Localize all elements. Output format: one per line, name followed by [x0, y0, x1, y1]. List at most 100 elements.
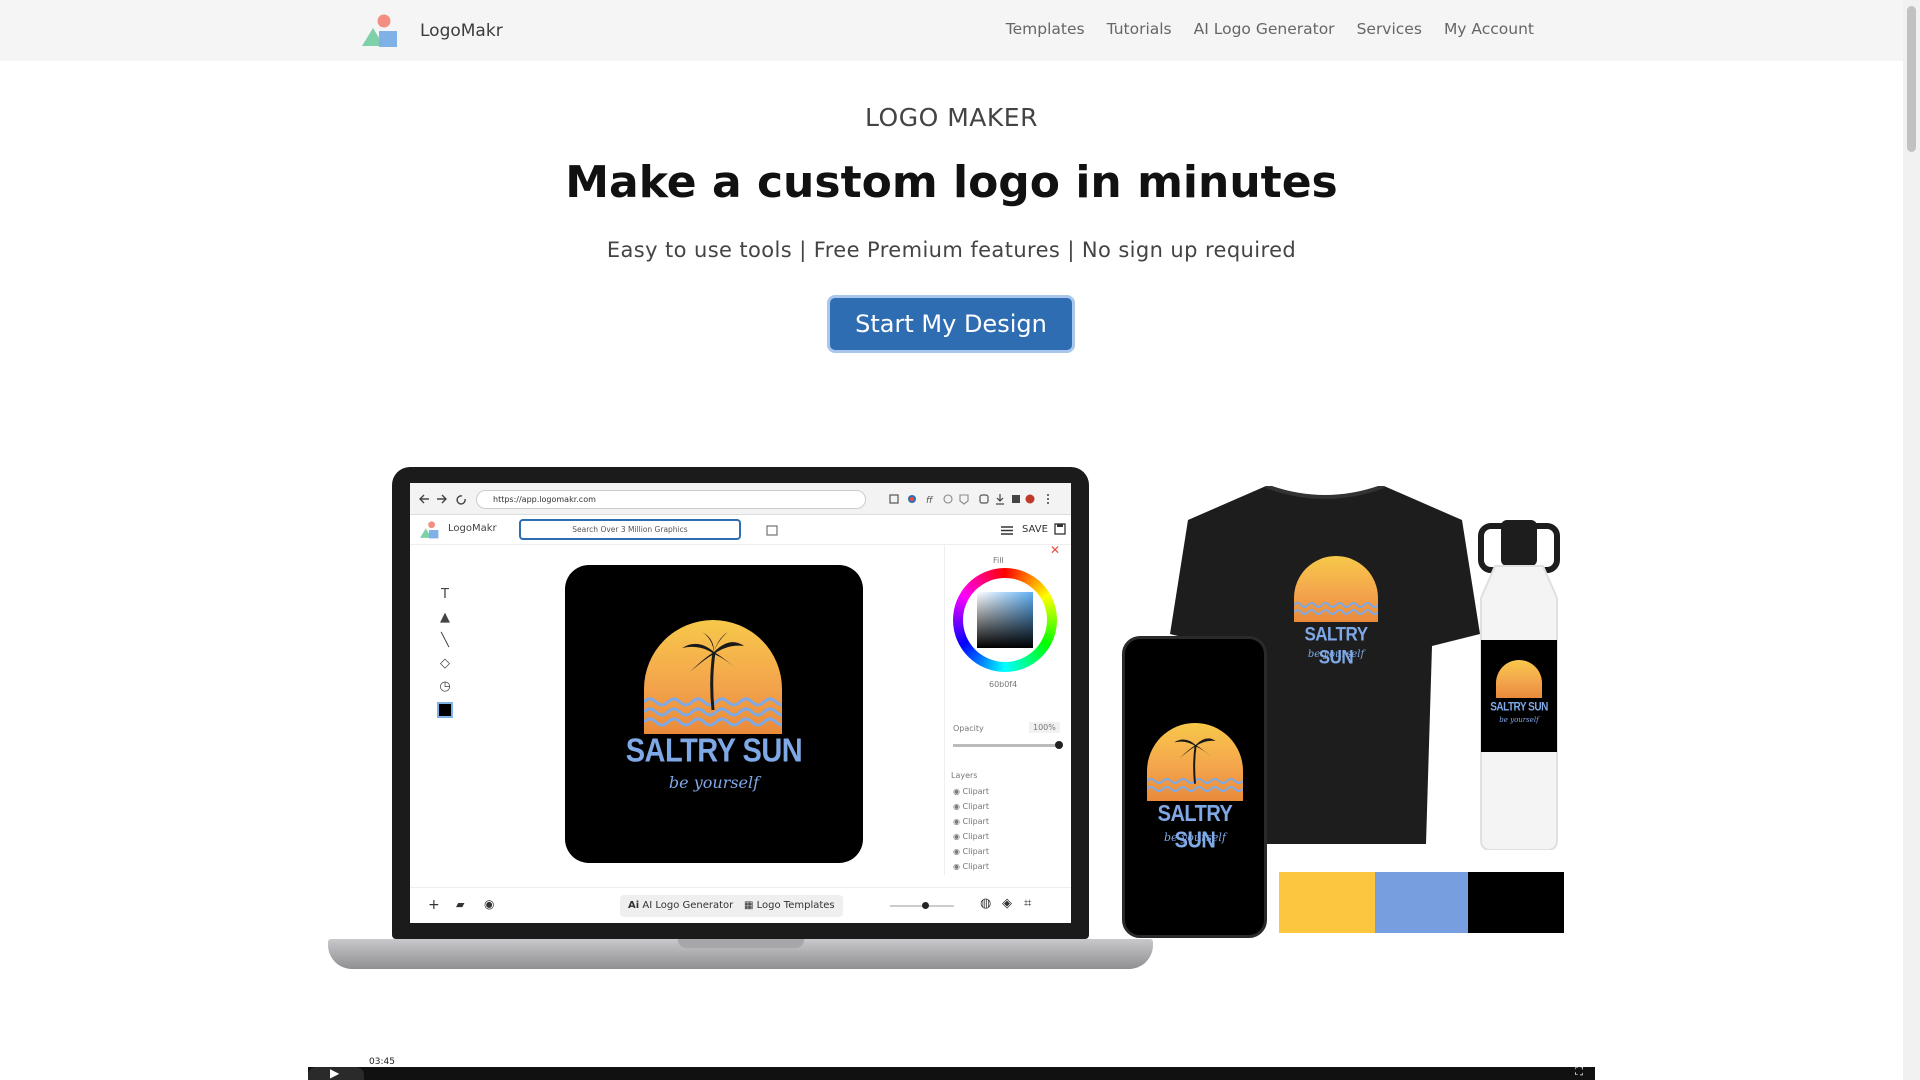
play-icon: ▶ [330, 1066, 340, 1080]
play-button[interactable]: ▶ [308, 1066, 364, 1080]
nav-link-my-account[interactable]: My Account [1444, 20, 1534, 38]
hero-subline: Easy to use tools | Free Premium feature… [606, 238, 1297, 262]
logo-tagline: be yourself [668, 773, 760, 792]
layer-item[interactable]: ◉ Clipart [953, 817, 1053, 832]
color-wheel[interactable] [953, 568, 1057, 672]
nav-link-ai-logo-generator[interactable]: AI Logo Generator [1194, 20, 1335, 38]
layers-label: Layers [951, 771, 978, 780]
save-button[interactable]: SAVE [1022, 524, 1048, 535]
tshirt-logo: SALTRY SUN be yourself [1290, 556, 1382, 668]
eye-icon[interactable]: ◉ [953, 787, 963, 796]
start-my-design-button[interactable]: Start My Design [827, 295, 1075, 353]
globe-icon[interactable]: ◍ [980, 896, 991, 911]
waves-graphic [1294, 602, 1378, 615]
laptop-screen-app: https://app.logomakr.com ff LogoMakr Sea… [410, 483, 1071, 923]
phone-mockup: SALTRY SUN be yourself [1122, 636, 1267, 938]
palm-tree-icon [1174, 738, 1216, 784]
logo-title: SALTRY SUN [1490, 701, 1548, 714]
eye-icon[interactable]: ◉ [953, 832, 963, 841]
browser-toolbar-icons: ff [889, 494, 1049, 506]
canvas-logo[interactable]: SALTRY SUN be yourself [565, 565, 863, 863]
app-brand-icon [420, 521, 439, 539]
phone-logo: SALTRY SUN be yourself [1143, 723, 1247, 853]
plus-icon[interactable]: + [428, 897, 440, 913]
app-brand-name: LogoMakr [448, 523, 497, 534]
sun-graphic [1147, 723, 1243, 801]
video-controls[interactable]: ▶ ⛶ [308, 1065, 1595, 1080]
back-icon [419, 494, 466, 505]
layer-label: Clipart [962, 787, 989, 796]
logo-tagline: be yourself [1164, 831, 1226, 844]
layer-label: Clipart [962, 862, 989, 871]
palette-swatch-blue [1375, 872, 1468, 933]
layers-list: ◉ Clipart ◉ Clipart ◉ Clipart ◉ Clipart … [953, 787, 1053, 877]
ai-badge: Ai [628, 900, 640, 911]
brand[interactable]: LogoMakr [362, 14, 503, 48]
image-upload-icon[interactable] [766, 525, 778, 536]
layer-label: Clipart [962, 847, 989, 856]
templates-icon: ▦ [744, 900, 757, 911]
fill-panel: ✕ Fill 60b0f4 Opacity 100% Layers ◉ Clip… [944, 543, 1068, 877]
video-time: 03:45 [369, 1057, 395, 1067]
opacity-slider[interactable] [953, 741, 1063, 749]
zoom-slider[interactable] [890, 902, 954, 909]
logo-templates-label: Logo Templates [756, 900, 835, 911]
app-toolbar: LogoMakr Search Over 3 Million Graphics … [410, 515, 1071, 545]
layers-icon[interactable]: ◈ [1002, 896, 1012, 911]
layer-item[interactable]: ◉ Clipart [953, 787, 1053, 802]
close-icon[interactable]: ✕ [1050, 543, 1060, 557]
palette-swatch-black [1468, 872, 1564, 933]
line-tool-icon[interactable]: ╲ [441, 633, 449, 648]
fullscreen-icon[interactable]: ⛶ [1575, 1065, 1583, 1079]
crop-icon[interactable]: ⌗ [1024, 896, 1031, 911]
logo-title: SALTRY SUN [1304, 623, 1368, 668]
browser-chrome: https://app.logomakr.com ff [410, 483, 1071, 515]
nav-link-tutorials[interactable]: Tutorials [1107, 20, 1172, 38]
page-scrollbar[interactable] [1903, 0, 1920, 1080]
palette-swatch-yellow [1279, 872, 1375, 933]
layer-item[interactable]: ◉ Clipart [953, 802, 1053, 817]
brand-shapes-icon [362, 14, 400, 48]
opacity-label: Opacity [953, 724, 984, 733]
eye-icon[interactable]: ◉ [953, 847, 963, 856]
eraser-tool-icon[interactable]: ◇ [440, 656, 450, 671]
eye-icon[interactable]: ◉ [953, 817, 963, 826]
layer-label: Clipart [962, 832, 989, 841]
layer-item[interactable]: ◉ Clipart [953, 832, 1053, 847]
nav-link-templates[interactable]: Templates [1006, 20, 1085, 38]
logo-title: SALTRY SUN [625, 732, 803, 770]
eye-icon[interactable]: ◉ [953, 802, 963, 811]
layer-item[interactable]: ◉ Clipart [953, 847, 1053, 862]
scrollbar-thumb[interactable] [1907, 6, 1916, 152]
color-swatch-tool[interactable] [437, 702, 453, 718]
menu-icon[interactable] [1000, 525, 1014, 536]
layer-label: Clipart [962, 817, 989, 826]
logo-tagline: be yourself [1499, 716, 1539, 724]
app-bottom-bar: + ▰ ◉ Ai AI Logo Generator ▦ Logo Templa… [410, 887, 1071, 923]
logo-templates-button[interactable]: ▦ Logo Templates [736, 895, 843, 917]
navbar: LogoMakr Templates Tutorials AI Logo Gen… [0, 0, 1903, 61]
hero-headline: Make a custom logo in minutes [565, 157, 1338, 208]
page: LogoMakr Templates Tutorials AI Logo Gen… [0, 0, 1920, 1080]
hex-value[interactable]: 60b0f4 [989, 680, 1017, 689]
history-tool-icon[interactable]: ◷ [439, 679, 450, 694]
record-icon[interactable]: ◉ [484, 897, 494, 911]
app-search-input[interactable]: Search Over 3 Million Graphics [519, 519, 741, 540]
text-tool-icon[interactable]: T [441, 587, 449, 602]
tool-sidebar: T ▲ ╲ ◇ ◷ [432, 587, 458, 757]
sun-graphic [644, 620, 782, 734]
nav-link-services[interactable]: Services [1357, 20, 1422, 38]
bottle-logo: SALTRY SUN be yourself [1488, 660, 1550, 740]
palm-tree-icon [682, 632, 744, 710]
ai-logo-generator-label: AI Logo Generator [642, 900, 734, 911]
eye-icon[interactable]: ◉ [953, 862, 963, 871]
opacity-value[interactable]: 100% [1029, 722, 1060, 733]
logo-tagline: be yourself [1307, 649, 1365, 660]
comment-icon[interactable]: ▰ [456, 898, 464, 911]
layer-item[interactable]: ◉ Clipart [953, 862, 1053, 877]
save-icon[interactable] [1054, 523, 1066, 535]
ai-logo-generator-button[interactable]: Ai AI Logo Generator [620, 895, 742, 917]
laptop-notch [678, 939, 804, 948]
url-bar: https://app.logomakr.com [476, 490, 866, 509]
shape-tool-icon[interactable]: ▲ [440, 610, 450, 625]
